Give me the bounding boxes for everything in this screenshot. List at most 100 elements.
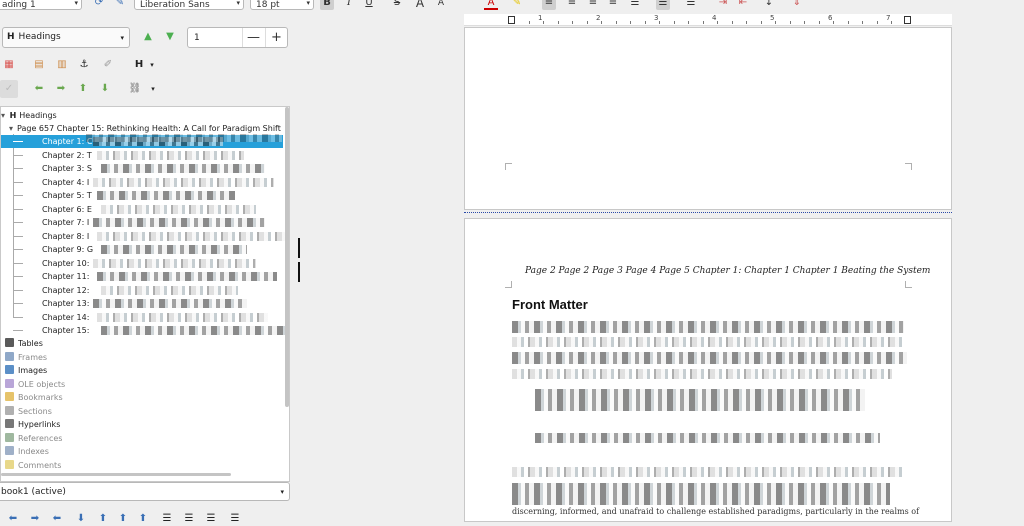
underline-button[interactable]: U: [362, 0, 376, 10]
tree-chapter-row[interactable]: Chapter 14:: [1, 311, 283, 324]
paragraph-style-box[interactable]: ading 1 ▾: [0, 0, 82, 10]
tree-category-bookmarks[interactable]: Bookmarks: [5, 391, 287, 404]
strikethrough-button[interactable]: S: [390, 0, 404, 10]
up-icon[interactable]: ⬆: [136, 512, 150, 526]
heading-number-spin[interactable]: 1 — +: [187, 27, 288, 48]
footer-icon[interactable]: ▥: [55, 58, 69, 72]
align-left-icon[interactable]: ≡: [542, 0, 556, 10]
chevron-down-icon[interactable]: ▾: [145, 58, 159, 72]
tree-category-sections[interactable]: Sections: [5, 405, 287, 418]
outdent-icon[interactable]: ⇤: [736, 0, 750, 10]
font-name-box[interactable]: Liberation Sans ▾: [134, 0, 244, 10]
obscured-text-region: [97, 150, 244, 160]
right-indent-marker[interactable]: [904, 16, 911, 24]
decrement-button[interactable]: —: [242, 28, 264, 47]
previous-arrow-icon[interactable]: ▲: [141, 30, 155, 44]
tree-category-references[interactable]: References: [5, 432, 287, 445]
document-selector[interactable]: book1 (active) ▾: [0, 482, 290, 501]
tree-chapter-row[interactable]: Chapter 4: I: [1, 176, 283, 189]
comments-icon: [5, 459, 14, 469]
align-center-icon[interactable]: ≡: [565, 0, 579, 10]
font-size-box[interactable]: 18 pt ▾: [250, 0, 314, 10]
arrow-right-icon[interactable]: ➡: [28, 512, 42, 526]
demote-chapter-icon[interactable]: ➡: [54, 82, 68, 96]
tree-branch: [13, 262, 23, 264]
list-icon[interactable]: ☰: [160, 512, 174, 526]
highlight-icon[interactable]: ✎: [510, 0, 524, 10]
tree-category-images[interactable]: Images: [5, 364, 287, 377]
up-icon[interactable]: ⬆: [116, 512, 130, 526]
increment-button[interactable]: +: [265, 28, 287, 47]
reminder-icon[interactable]: ✐: [101, 58, 115, 72]
move-down-icon[interactable]: ⬇: [98, 82, 112, 96]
splitter-handle[interactable]: [298, 262, 300, 282]
horizontal-scrollbar[interactable]: [1, 473, 231, 476]
horizontal-ruler[interactable]: 1 2 3 4 5 6 7: [464, 14, 952, 26]
line-spacing-icon[interactable]: ↕: [762, 0, 776, 10]
outline-icon[interactable]: ☰: [684, 0, 698, 10]
collapse-icon[interactable]: ▾: [1, 111, 5, 120]
tree-chapter-row[interactable]: Chapter 9: G: [1, 243, 283, 256]
numbering-icon[interactable]: ☰: [656, 0, 670, 10]
vertical-scrollbar[interactable]: [285, 107, 289, 407]
collapse-icon[interactable]: ▾: [9, 124, 13, 133]
tree-chapter-row[interactable]: Chapter 3: S: [1, 162, 283, 175]
heading-level-icon[interactable]: H: [132, 58, 146, 72]
tables-icon: [5, 338, 14, 347]
tree-chapter-row[interactable]: Chapter 6: E: [1, 203, 283, 216]
chevron-down-icon[interactable]: ▾: [146, 82, 160, 96]
tree-category-indexes[interactable]: Indexes: [5, 445, 287, 458]
tree-category-label: Sections: [18, 406, 52, 416]
align-right-icon[interactable]: ≡: [586, 0, 600, 10]
list-icon[interactable]: ☰: [228, 512, 242, 526]
bullets-icon[interactable]: ☰: [628, 0, 642, 10]
tree-category-tables[interactable]: Tables: [5, 337, 287, 350]
tree-chapter-row[interactable]: Chapter 10:: [1, 257, 283, 270]
drag-mode-icon[interactable]: ⛓: [128, 82, 142, 96]
tree-chapter-row[interactable]: Chapter 15:: [1, 324, 289, 337]
navigator-tree[interactable]: ▾ H Headings ▾ Page 657 Chapter 15: Rethin…: [0, 106, 290, 482]
italic-button[interactable]: I: [342, 0, 356, 10]
arrow-left-icon[interactable]: ⬅: [6, 512, 20, 526]
grow-font-button[interactable]: A: [413, 0, 427, 10]
indent-icon[interactable]: ⇥: [716, 0, 730, 10]
page-previous[interactable]: [464, 27, 952, 210]
tree-category-comments[interactable]: Comments: [5, 459, 287, 472]
tree-root-headings[interactable]: ▾ H Headings: [1, 109, 283, 122]
content-navigation-view-icon[interactable]: ▦: [2, 58, 16, 72]
tree-chapter-row[interactable]: Chapter 13:: [1, 297, 283, 310]
tree-chapter-row[interactable]: Chapter 2: T: [1, 149, 283, 162]
splitter-handle[interactable]: [298, 238, 300, 258]
tree-chapter-row[interactable]: Chapter 11:: [1, 270, 283, 283]
justify-icon[interactable]: ≡: [606, 0, 620, 10]
new-style-icon[interactable]: ✎: [113, 0, 127, 10]
tree-chapter-row[interactable]: Chapter 7: I: [1, 216, 283, 229]
back-icon[interactable]: ⬅: [50, 512, 64, 526]
indent-marker[interactable]: [508, 16, 515, 24]
up-icon[interactable]: ⬆: [96, 512, 110, 526]
ruler-tick: [732, 21, 733, 24]
promote-chapter-icon[interactable]: ⬅: [32, 82, 46, 96]
navigate-by-dropdown[interactable]: H Headings ▾: [2, 27, 130, 48]
tree-chapter-row[interactable]: Chapter 12:: [1, 284, 283, 297]
next-arrow-icon[interactable]: ▼: [163, 30, 177, 44]
para-spacing-icon[interactable]: ⇕: [790, 0, 804, 10]
header-icon[interactable]: ▤: [32, 58, 46, 72]
update-style-icon[interactable]: ⟳: [92, 0, 106, 10]
font-color-icon[interactable]: A: [484, 0, 498, 10]
bold-button[interactable]: B: [320, 0, 334, 10]
move-up-icon[interactable]: ⬆: [76, 82, 90, 96]
ruler-number: 6: [828, 14, 833, 22]
page-current[interactable]: Page 2 Page 2 Page 3 Page 4 Page 5 Chapt…: [464, 218, 952, 522]
list-icon[interactable]: ☰: [182, 512, 196, 526]
tree-category-hyperlinks[interactable]: Hyperlinks: [5, 418, 287, 431]
down-icon[interactable]: ⬇: [74, 512, 88, 526]
tree-category-frames[interactable]: Frames: [5, 351, 287, 364]
tree-chapter-row[interactable]: Chapter 5: T: [1, 189, 283, 202]
tree-category-ole-objects[interactable]: OLE objects: [5, 378, 287, 391]
checkmark-icon[interactable]: ✓: [0, 80, 18, 98]
list-icon[interactable]: ☰: [204, 512, 218, 526]
tree-chapter-row[interactable]: Chapter 8: I: [1, 230, 286, 243]
shrink-font-button[interactable]: A: [434, 0, 448, 10]
anchor-icon[interactable]: ⚓: [77, 58, 91, 72]
